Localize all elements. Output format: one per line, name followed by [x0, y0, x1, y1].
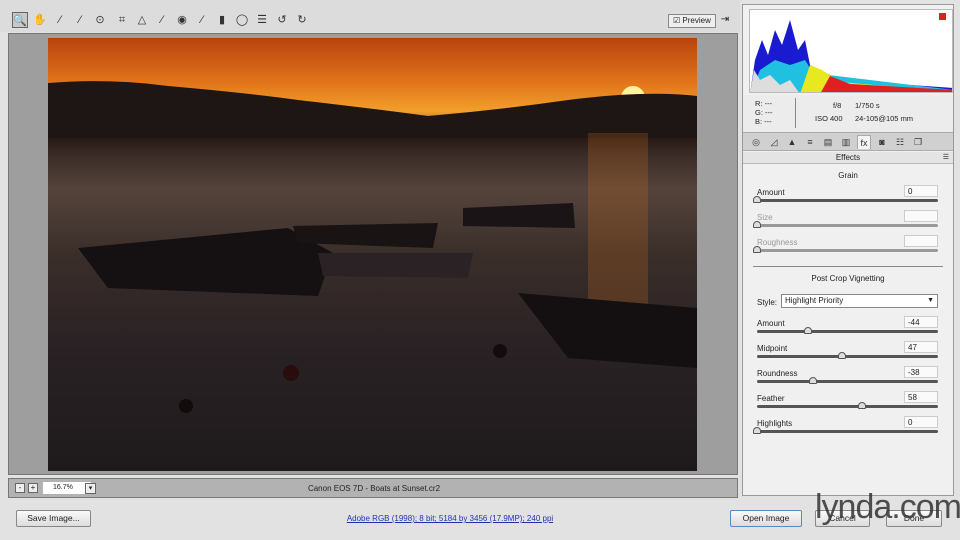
graduated-filter-icon[interactable]: ▮ [214, 12, 230, 28]
slider-value-field [904, 235, 938, 247]
slider-value-field [904, 210, 938, 222]
status-bar: - + 16.7% ▾ Canon EOS 7D - Boats at Suns… [8, 478, 738, 498]
slider-thumb[interactable] [753, 427, 761, 434]
lynda-watermark: lynda.com [815, 488, 960, 526]
photo-preview [48, 38, 697, 471]
preview-label: Preview [682, 16, 711, 25]
slider-track[interactable] [753, 196, 938, 203]
slider-track[interactable] [757, 352, 938, 359]
right-panel: R: --- G: --- B: --- f/8 1/750 s ISO 400… [742, 4, 954, 496]
slider-value-field[interactable]: -44 [904, 316, 938, 328]
shutter-speed: 1/750 s [855, 101, 880, 110]
slider-label: Size [757, 213, 773, 222]
spot-removal-tool-icon[interactable]: ⁄ [154, 12, 170, 28]
slider-thumb [753, 246, 761, 253]
workflow-options-link[interactable]: Adobe RGB (1998); 8 bit; 5184 by 3456 (1… [300, 514, 600, 523]
slider-label: Roundness [757, 369, 798, 378]
slider-label: Feather [757, 394, 785, 403]
slider-track[interactable] [757, 377, 938, 384]
slider-track[interactable] [757, 402, 938, 409]
slider-track[interactable] [753, 427, 938, 434]
style-select[interactable]: Highlight Priority ▼ [781, 294, 938, 308]
panel-menu-icon[interactable]: ☰ [943, 152, 949, 164]
panel-tabs: ◎ ◿ ▲ ≡ ▤ ▥ fx ◙ ☷ ❐ [743, 133, 953, 151]
g-value: G: --- [755, 108, 773, 117]
tab-basic-icon[interactable]: ◎ [749, 135, 763, 149]
slider-thumb[interactable] [753, 196, 761, 203]
slider-label: Amount [757, 188, 785, 197]
grain-heading: Grain [838, 171, 858, 180]
tab-lens-corrections-icon[interactable]: ▥ [839, 135, 853, 149]
red-eye-tool-icon[interactable]: ◉ [174, 12, 190, 28]
save-image-button[interactable]: Save Image... [16, 510, 91, 527]
preferences-icon[interactable]: ☰ [254, 12, 270, 28]
style-label: Style: [757, 298, 778, 307]
aperture: f/8 [833, 101, 842, 110]
slider-value-field[interactable]: 0 [904, 416, 938, 428]
radial-filter-icon[interactable]: ◯ [234, 12, 250, 28]
toolbar: 🔍 ✋ ⁄ ⁄ ⊙ ⌗ △ ⁄ ◉ ⁄ ▮ ◯ ☰ ↺ ↻ [0, 0, 740, 32]
slider-track [753, 246, 938, 253]
slider-thumb[interactable] [809, 377, 818, 384]
rotate-left-icon[interactable]: ↺ [274, 12, 290, 28]
open-image-button[interactable]: Open Image [730, 510, 802, 527]
targeted-adjustment-tool-icon[interactable]: ⊙ [92, 12, 108, 28]
slider-value-field[interactable]: 58 [904, 391, 938, 403]
histogram [749, 9, 953, 93]
crop-tool-icon[interactable]: ⌗ [114, 12, 130, 28]
fullscreen-icon[interactable]: ⇥ [718, 13, 732, 27]
lens: 24-105@105 mm [855, 114, 914, 123]
slider-label: Highlights [757, 419, 793, 428]
filename: Canon EOS 7D - Boats at Sunset.cr2 [307, 484, 441, 493]
sunset-boats-image [48, 81, 697, 413]
tab-tone-curve-icon[interactable]: ◿ [767, 135, 781, 149]
slider-thumb[interactable] [857, 402, 866, 409]
slider-label: Amount [757, 319, 785, 328]
straighten-tool-icon[interactable]: △ [134, 12, 150, 28]
dropdown-arrow-icon: ▼ [927, 297, 934, 304]
color-sampler-tool-icon[interactable]: ⁄ [72, 12, 88, 28]
tab-hsl-icon[interactable]: ≡ [803, 135, 817, 149]
slider-value-field[interactable]: -38 [904, 366, 938, 378]
r-value: R: --- [755, 99, 773, 108]
tab-snapshots-icon[interactable]: ❐ [911, 135, 925, 149]
slider-label: Midpoint [757, 344, 788, 353]
preview-checkbox[interactable]: ☑ Preview [668, 14, 716, 28]
slider-track[interactable] [757, 327, 938, 334]
vignette-heading: Post Crop Vignetting [811, 274, 885, 283]
tab-presets-icon[interactable]: ☷ [893, 135, 907, 149]
tab-split-toning-icon[interactable]: ▤ [821, 135, 835, 149]
tab-detail-icon[interactable]: ▲ [785, 135, 799, 149]
slider-thumb [753, 221, 761, 228]
hand-tool-icon[interactable]: ✋ [32, 12, 48, 28]
white-balance-tool-icon[interactable]: ⁄ [52, 12, 68, 28]
rotate-right-icon[interactable]: ↻ [294, 12, 310, 28]
camera-info: R: --- G: --- B: --- f/8 1/750 s ISO 400… [743, 95, 953, 133]
slider-thumb[interactable] [838, 352, 847, 359]
tab-effects-icon[interactable]: fx [857, 135, 871, 149]
panel-title: Effects ☰ [743, 152, 953, 164]
b-value: B: --- [755, 117, 772, 126]
adjustment-brush-icon[interactable]: ⁄ [194, 12, 210, 28]
tab-camera-calibration-icon[interactable]: ◙ [875, 135, 889, 149]
slider-label: Roughness [757, 238, 798, 247]
slider-track [753, 221, 938, 228]
slider-value-field[interactable]: 0 [904, 185, 938, 197]
iso: ISO 400 [815, 114, 843, 123]
slider-value-field[interactable]: 47 [904, 341, 938, 353]
slider-thumb[interactable] [803, 327, 812, 334]
zoom-tool-icon[interactable]: 🔍 [12, 12, 28, 28]
